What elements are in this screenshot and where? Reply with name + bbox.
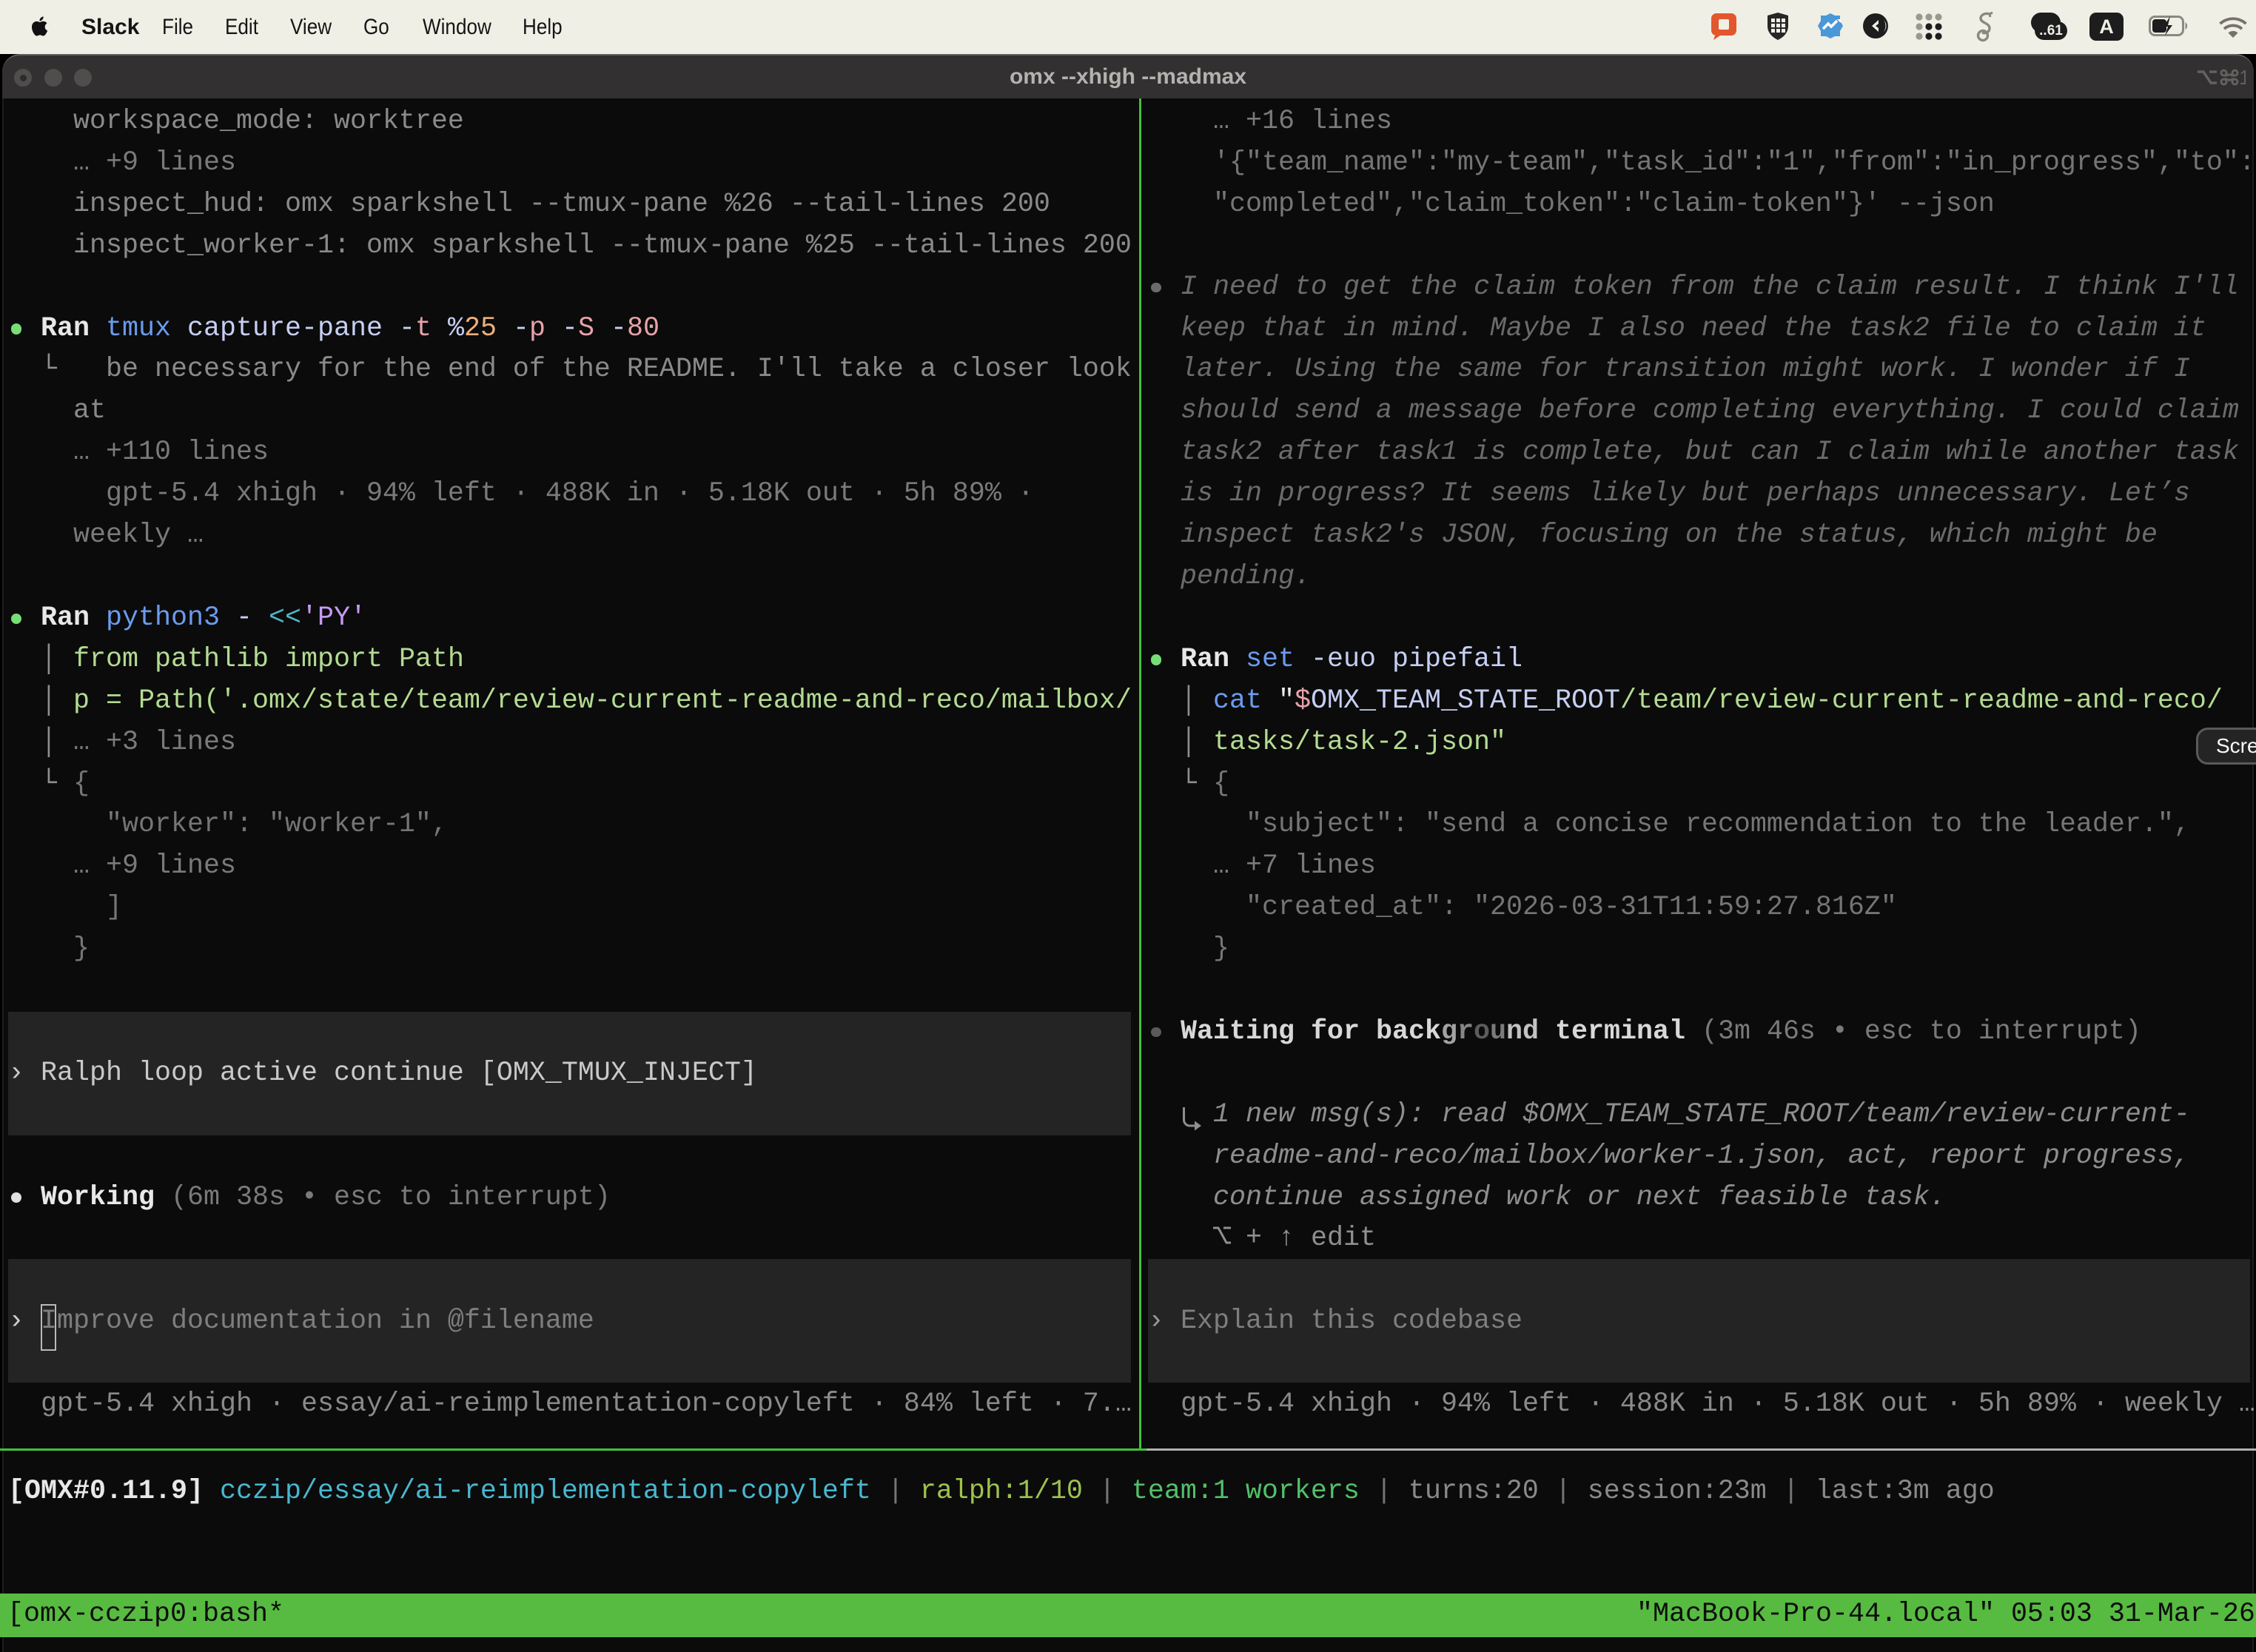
svg-text:1: 1 [2239,66,2246,89]
